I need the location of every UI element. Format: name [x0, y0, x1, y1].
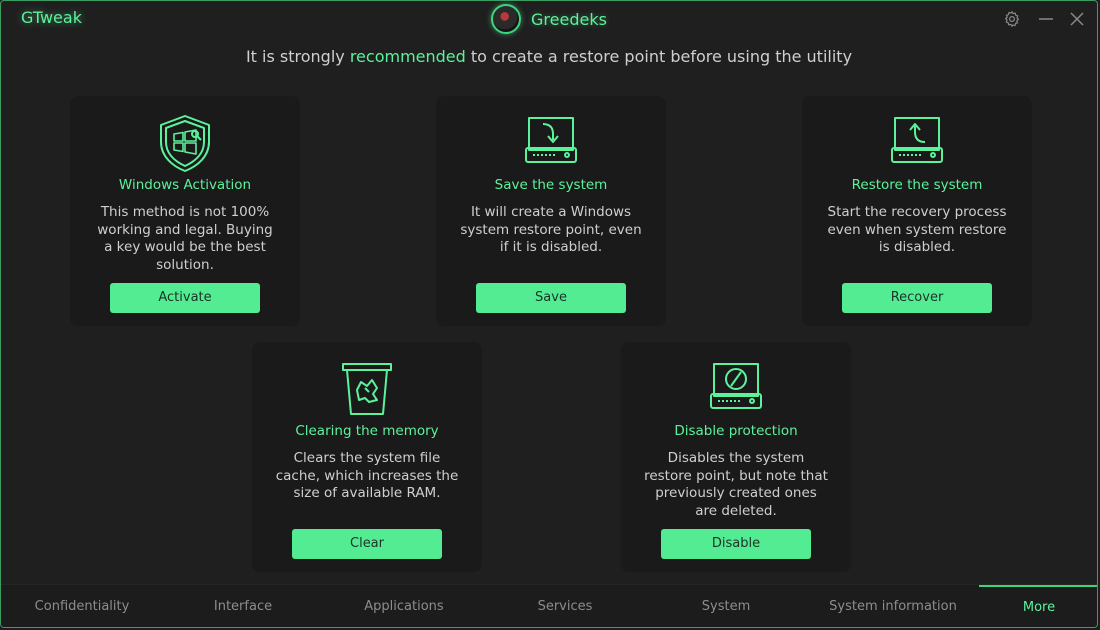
- card-title: Disable protection: [674, 423, 798, 439]
- drive-save-icon: [525, 117, 577, 163]
- minimize-button[interactable]: [1036, 9, 1056, 29]
- drive-disable-icon: [710, 363, 762, 409]
- notice-highlight: recommended: [349, 47, 466, 66]
- title-bar[interactable]: GTweak Greedeks: [1, 1, 1097, 37]
- app-window: GTweak Greedeks It is strongly recommend…: [0, 0, 1098, 628]
- card-title: Restore the system: [851, 177, 983, 193]
- card-description: It will create a Windows system restore …: [460, 204, 642, 255]
- card-save-system: Save the system It will create a Windows…: [436, 96, 666, 326]
- bottom-tab-bar: Confidentiality Interface Applications S…: [1, 584, 1097, 627]
- card-clear-memory: Clearing the memory Clears the system fi…: [252, 342, 482, 572]
- card-title: Clearing the memory: [295, 423, 439, 439]
- trash-bin-icon: [342, 363, 392, 415]
- clear-button[interactable]: Clear: [292, 529, 442, 559]
- card-title: Windows Activation: [118, 177, 252, 193]
- drive-restore-icon: [891, 117, 943, 163]
- disable-button[interactable]: Disable: [661, 529, 811, 559]
- tab-services[interactable]: Services: [485, 585, 645, 627]
- save-button[interactable]: Save: [476, 283, 626, 313]
- tab-applications[interactable]: Applications: [323, 585, 485, 627]
- tab-confidentiality[interactable]: Confidentiality: [1, 585, 163, 627]
- activate-button[interactable]: Activate: [110, 283, 260, 313]
- minimize-icon: [1039, 18, 1053, 20]
- card-title: Save the system: [494, 177, 608, 193]
- settings-button[interactable]: [1002, 9, 1022, 29]
- notice-text-before: It is strongly: [245, 47, 350, 66]
- card-restore-system: Restore the system Start the recovery pr…: [802, 96, 1032, 326]
- tab-system[interactable]: System: [645, 585, 807, 627]
- tab-more[interactable]: More: [979, 585, 1097, 627]
- shield-windows-icon: [160, 115, 210, 172]
- username: Greedeks: [531, 9, 607, 29]
- restore-notice: It is strongly recommended to create a r…: [1, 47, 1097, 66]
- card-disable-protection: Disable protection Disables the system r…: [621, 342, 851, 572]
- tab-interface[interactable]: Interface: [163, 585, 323, 627]
- notice-text-after: to create a restore point before using t…: [465, 47, 853, 66]
- gear-icon: [1004, 10, 1020, 28]
- card-description: This method is not 100% working and lega…: [97, 204, 273, 273]
- tab-system-information[interactable]: System information: [807, 585, 979, 627]
- user-profile[interactable]: Greedeks: [491, 4, 607, 34]
- close-button[interactable]: [1067, 9, 1087, 29]
- app-title: GTweak: [21, 8, 82, 27]
- close-icon: [1070, 12, 1084, 26]
- card-windows-activation: Windows Activation This method is not 10…: [70, 96, 300, 326]
- card-description: Disables the system restore point, but n…: [644, 450, 828, 519]
- avatar[interactable]: [491, 4, 521, 34]
- card-description: Start the recovery process even when sys…: [827, 204, 1007, 255]
- card-description: Clears the system file cache, which incr…: [275, 450, 459, 501]
- recover-button[interactable]: Recover: [842, 283, 992, 313]
